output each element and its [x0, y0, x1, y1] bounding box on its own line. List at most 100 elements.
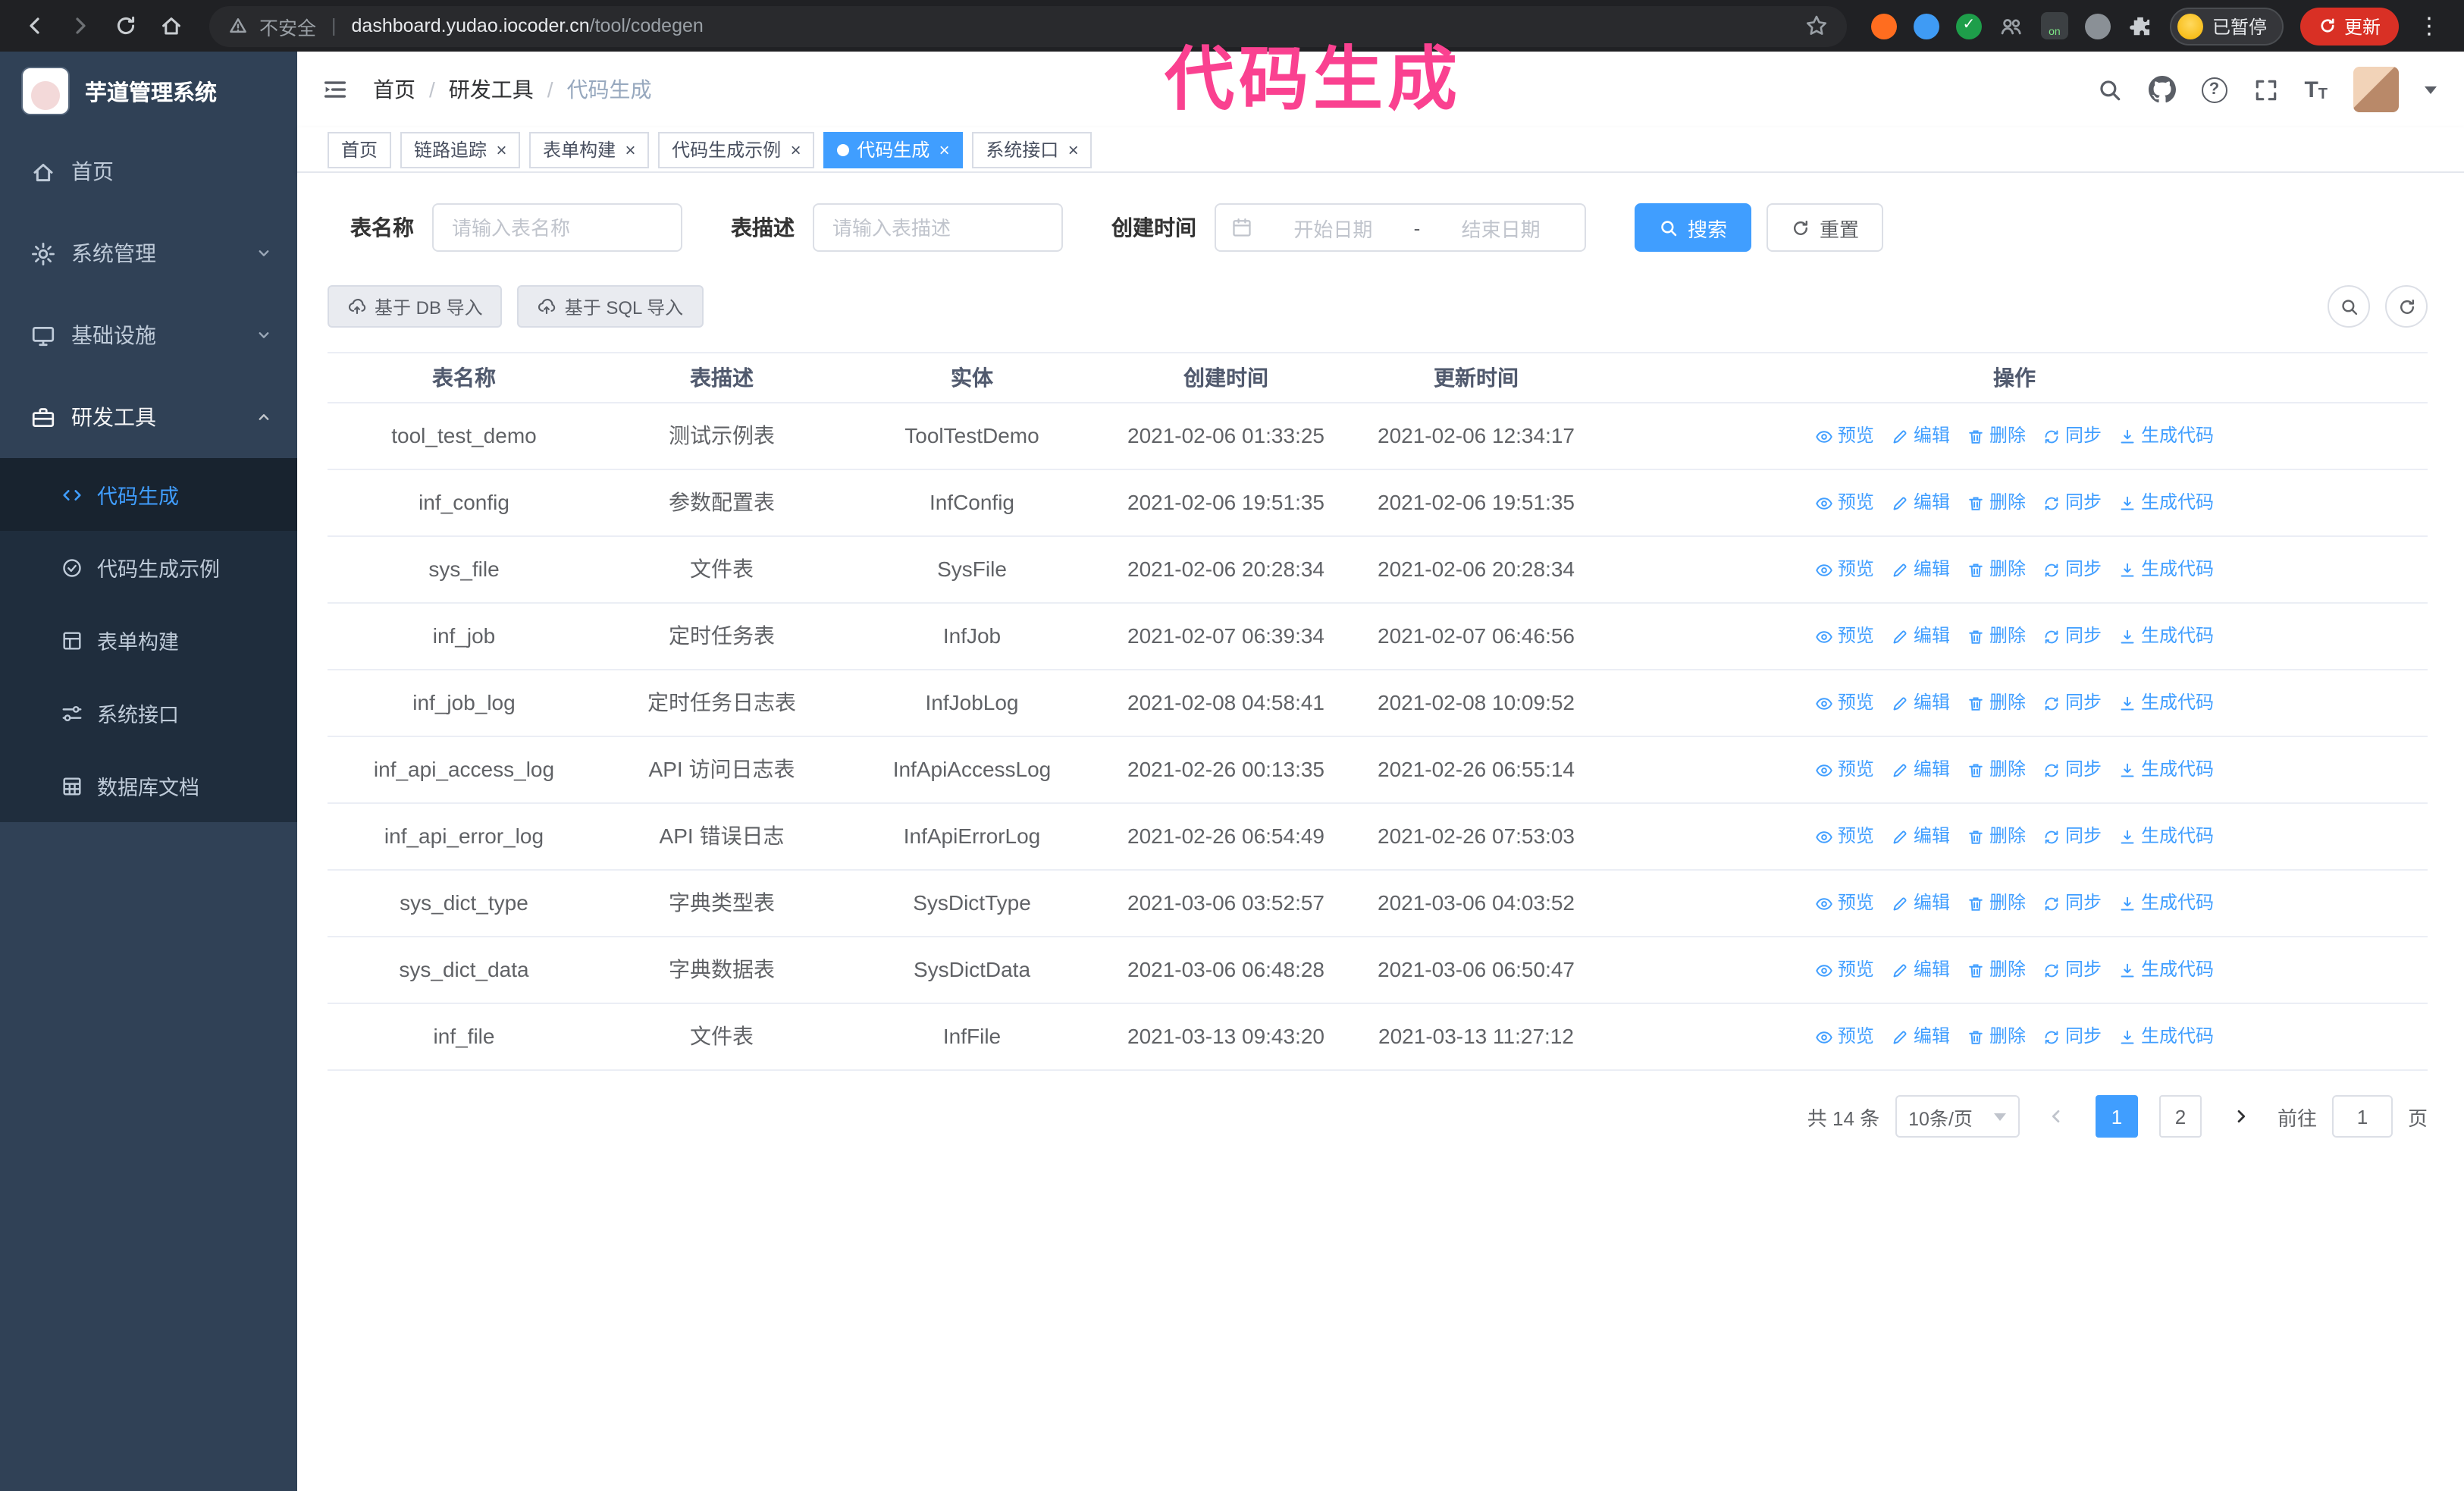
- edit-link[interactable]: 编辑: [1891, 487, 1950, 519]
- delete-link[interactable]: 删除: [1967, 620, 2026, 652]
- view-tab[interactable]: 系统接口 ×: [972, 131, 1092, 168]
- close-icon[interactable]: ×: [496, 140, 506, 159]
- generate-code-link[interactable]: 生成代码: [2118, 554, 2214, 585]
- sidebar-item-api[interactable]: 系统接口: [0, 676, 297, 749]
- generate-code-link[interactable]: 生成代码: [2118, 954, 2214, 986]
- edit-link[interactable]: 编辑: [1891, 620, 1950, 652]
- fullscreen-icon[interactable]: [2252, 77, 2278, 102]
- reload-icon[interactable]: [106, 6, 146, 46]
- page-number-button[interactable]: 1: [2095, 1095, 2138, 1138]
- sync-link[interactable]: 同步: [2042, 821, 2102, 852]
- font-size-icon[interactable]: TT: [2304, 77, 2328, 102]
- show-search-toggle-button[interactable]: [2328, 285, 2370, 328]
- table-name-input[interactable]: [432, 203, 682, 252]
- search-icon[interactable]: [2096, 77, 2122, 102]
- close-icon[interactable]: ×: [790, 140, 801, 159]
- sync-link[interactable]: 同步: [2042, 1021, 2102, 1053]
- table-desc-input[interactable]: [813, 203, 1063, 252]
- delete-link[interactable]: 删除: [1967, 420, 2026, 452]
- delete-link[interactable]: 删除: [1967, 954, 2026, 986]
- sync-link[interactable]: 同步: [2042, 620, 2102, 652]
- edit-link[interactable]: 编辑: [1891, 687, 1950, 719]
- extension-icon-green-check[interactable]: ✓: [1955, 13, 1982, 39]
- extension-icon-blue[interactable]: [1913, 13, 1939, 39]
- sidebar-item-db-doc[interactable]: 数据库文档: [0, 749, 297, 822]
- edit-link[interactable]: 编辑: [1891, 754, 1950, 786]
- browser-menu-icon[interactable]: ⋮: [2415, 12, 2443, 39]
- import-db-button[interactable]: 基于 DB 导入: [328, 285, 503, 328]
- sidebar-item-infrastructure[interactable]: 基础设施: [0, 294, 297, 376]
- profile-badge[interactable]: 已暂停: [2169, 7, 2284, 45]
- sidebar-item-codegen-example[interactable]: 代码生成示例: [0, 531, 297, 604]
- edit-link[interactable]: 编辑: [1891, 554, 1950, 585]
- date-range-picker[interactable]: 开始日期 - 结束日期: [1215, 203, 1586, 252]
- github-icon[interactable]: [2148, 76, 2176, 103]
- edit-link[interactable]: 编辑: [1891, 887, 1950, 919]
- sidebar-item-form-builder[interactable]: 表单构建: [0, 604, 297, 676]
- delete-link[interactable]: 删除: [1967, 821, 2026, 852]
- sync-link[interactable]: 同步: [2042, 687, 2102, 719]
- refresh-table-button[interactable]: [2385, 285, 2428, 328]
- preview-link[interactable]: 预览: [1815, 821, 1874, 852]
- generate-code-link[interactable]: 生成代码: [2118, 687, 2214, 719]
- preview-link[interactable]: 预览: [1815, 420, 1874, 452]
- view-tab[interactable]: 代码生成 ×: [823, 131, 964, 168]
- delete-link[interactable]: 删除: [1967, 487, 2026, 519]
- extensions-puzzle-icon[interactable]: [2127, 13, 2153, 39]
- preview-link[interactable]: 预览: [1815, 620, 1874, 652]
- home-icon[interactable]: [152, 6, 191, 46]
- generate-code-link[interactable]: 生成代码: [2118, 754, 2214, 786]
- edit-link[interactable]: 编辑: [1891, 954, 1950, 986]
- edit-link[interactable]: 编辑: [1891, 420, 1950, 452]
- close-icon[interactable]: ×: [939, 140, 949, 159]
- sidebar-fold-icon[interactable]: [297, 52, 373, 127]
- view-tab[interactable]: 链路追踪 ×: [400, 131, 521, 168]
- edit-link[interactable]: 编辑: [1891, 1021, 1950, 1053]
- sync-link[interactable]: 同步: [2042, 487, 2102, 519]
- sidebar-item-devtools[interactable]: 研发工具: [0, 376, 297, 458]
- preview-link[interactable]: 预览: [1815, 954, 1874, 986]
- edit-link[interactable]: 编辑: [1891, 821, 1950, 852]
- delete-link[interactable]: 删除: [1967, 887, 2026, 919]
- extension-icon-on-badge[interactable]: on: [2040, 12, 2068, 39]
- sync-link[interactable]: 同步: [2042, 754, 2102, 786]
- import-sql-button[interactable]: 基于 SQL 导入: [517, 285, 704, 328]
- sidebar-item-system[interactable]: 系统管理: [0, 212, 297, 294]
- delete-link[interactable]: 删除: [1967, 554, 2026, 585]
- close-icon[interactable]: ×: [1067, 140, 1078, 159]
- view-tab[interactable]: 代码生成示例 ×: [658, 131, 815, 168]
- generate-code-link[interactable]: 生成代码: [2118, 420, 2214, 452]
- reset-button[interactable]: 重置: [1766, 203, 1884, 252]
- generate-code-link[interactable]: 生成代码: [2118, 1021, 2214, 1053]
- preview-link[interactable]: 预览: [1815, 887, 1874, 919]
- generate-code-link[interactable]: 生成代码: [2118, 887, 2214, 919]
- preview-link[interactable]: 预览: [1815, 687, 1874, 719]
- generate-code-link[interactable]: 生成代码: [2118, 487, 2214, 519]
- sync-link[interactable]: 同步: [2042, 554, 2102, 585]
- preview-link[interactable]: 预览: [1815, 487, 1874, 519]
- generate-code-link[interactable]: 生成代码: [2118, 620, 2214, 652]
- sync-link[interactable]: 同步: [2042, 887, 2102, 919]
- extension-icon-gray[interactable]: [2084, 13, 2111, 39]
- user-avatar[interactable]: [2353, 67, 2399, 112]
- address-bar[interactable]: 不安全 | dashboard.yudao.iocoder.cn/tool/co…: [209, 5, 1847, 46]
- extension-icon-orange[interactable]: [1870, 13, 1897, 39]
- update-button[interactable]: 更新: [2299, 7, 2399, 45]
- search-button[interactable]: 搜索: [1635, 203, 1752, 252]
- next-page-button[interactable]: [2220, 1095, 2262, 1138]
- page-size-select[interactable]: 10条/页: [1895, 1095, 2020, 1138]
- avatar-caret-icon[interactable]: [2425, 86, 2437, 93]
- sync-link[interactable]: 同步: [2042, 420, 2102, 452]
- forward-icon[interactable]: [61, 6, 100, 46]
- preview-link[interactable]: 预览: [1815, 1021, 1874, 1053]
- bookmark-star-icon[interactable]: [1804, 14, 1829, 38]
- view-tab[interactable]: 表单构建 ×: [529, 131, 650, 168]
- prev-page-button[interactable]: [2035, 1095, 2077, 1138]
- breadcrumb-devtools[interactable]: 研发工具: [449, 74, 534, 105]
- back-icon[interactable]: [15, 6, 55, 46]
- generate-code-link[interactable]: 生成代码: [2118, 821, 2214, 852]
- delete-link[interactable]: 删除: [1967, 1021, 2026, 1053]
- sidebar-item-codegen[interactable]: 代码生成: [0, 458, 297, 531]
- help-icon[interactable]: ?: [2201, 77, 2227, 102]
- breadcrumb-home[interactable]: 首页: [373, 74, 415, 105]
